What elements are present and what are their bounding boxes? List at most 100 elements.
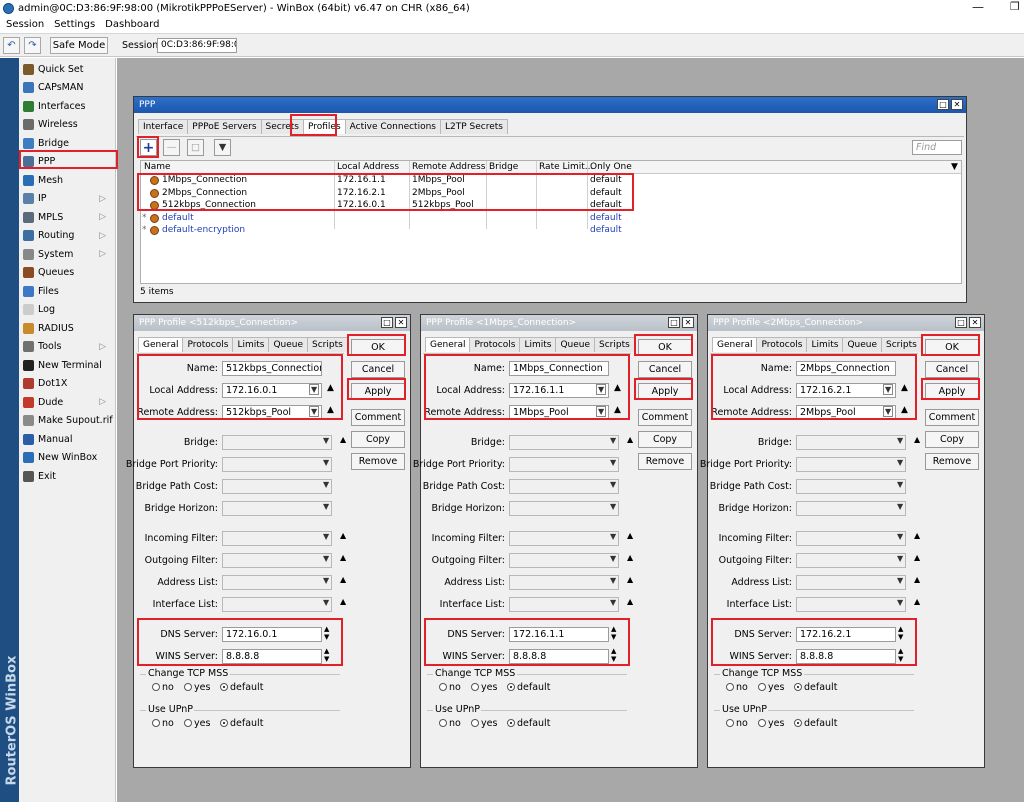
up-arrow-icon[interactable]: ▲ — [327, 405, 334, 415]
sidebar-item-interfaces[interactable]: Interfaces — [21, 97, 114, 115]
dns-server-field[interactable]: 172.16.2.1 — [796, 627, 896, 642]
dropdown-icon[interactable]: ▼ — [610, 436, 616, 445]
wins-server-field[interactable]: 8.8.8.8 — [796, 649, 896, 664]
close-icon[interactable]: ✕ — [951, 99, 963, 110]
up-arrow-icon[interactable]: ▲ — [901, 383, 908, 393]
bridge-field[interactable] — [796, 435, 906, 450]
tab-pppoe-servers[interactable]: PPPoE Servers — [187, 119, 262, 134]
inf-field[interactable] — [222, 531, 332, 546]
sidebar-item-manual[interactable]: Manual — [21, 430, 114, 448]
remove-button[interactable]: Remove — [351, 453, 405, 470]
tab-protocols[interactable]: Protocols — [756, 337, 808, 352]
dropdown-icon[interactable]: ▼ — [323, 598, 329, 607]
bh-field[interactable] — [509, 501, 619, 516]
tab-secrets[interactable]: Secrets — [260, 119, 304, 134]
sidebar-item-ppp[interactable]: PPP — [21, 153, 114, 171]
change-tcp-mss-yes-radio[interactable]: yes — [184, 682, 210, 693]
column-header[interactable]: Remote Address — [412, 162, 485, 172]
table-row[interactable]: * default-encryption default — [141, 225, 961, 237]
tab-scripts[interactable]: Scripts — [307, 337, 348, 352]
addr-field[interactable] — [796, 575, 906, 590]
remove-button[interactable]: Remove — [638, 453, 692, 470]
table-row[interactable]: 2Mbps_Connection 172.16.2.1 2Mbps_Pool defa… — [141, 188, 961, 200]
menu-session[interactable]: Session — [6, 19, 44, 30]
column-header[interactable]: Local Address — [337, 162, 399, 172]
sidebar-item-make-supout-rif[interactable]: Make Supout.rif — [21, 412, 114, 430]
up-arrow-icon[interactable]: ▲ — [901, 405, 908, 415]
apply-button[interactable]: Apply — [351, 383, 405, 400]
dns-server-field[interactable]: 172.16.0.1 — [222, 627, 322, 642]
outf-field[interactable] — [796, 553, 906, 568]
dropdown-icon[interactable]: ▼ — [596, 406, 607, 417]
tab-protocols[interactable]: Protocols — [182, 337, 234, 352]
name-field[interactable]: 1Mbps_Connection — [509, 361, 609, 376]
up-arrow-icon[interactable]: ▲ — [627, 553, 633, 562]
cancel-button[interactable]: Cancel — [351, 361, 405, 378]
bpc-field[interactable] — [222, 479, 332, 494]
sidebar-item-ip[interactable]: IP ▷ — [21, 190, 114, 208]
sidebar-item-dot1x[interactable]: Dot1X — [21, 375, 114, 393]
remote-address-field[interactable]: 1Mbps_Pool — [509, 405, 609, 420]
sidebar-item-system[interactable]: System ▷ — [21, 245, 114, 263]
tab-general[interactable]: General — [138, 337, 184, 352]
spin-icon[interactable]: ▲ ▼ — [898, 647, 903, 663]
filter-button[interactable]: ▼ — [214, 139, 231, 156]
ok-button[interactable]: OK — [925, 339, 979, 356]
close-icon[interactable]: ✕ — [969, 317, 981, 328]
cancel-button[interactable]: Cancel — [638, 361, 692, 378]
use-upnp-yes-radio[interactable]: yes — [184, 718, 210, 729]
up-arrow-icon[interactable]: ▲ — [627, 435, 633, 444]
local-address-field[interactable]: 172.16.0.1 — [222, 383, 322, 398]
sidebar-item-capsman[interactable]: CAPsMAN — [21, 79, 114, 97]
dropdown-icon[interactable]: ▼ — [323, 532, 329, 541]
use-upnp-yes-radio[interactable]: yes — [471, 718, 497, 729]
local-address-field[interactable]: 172.16.2.1 — [796, 383, 896, 398]
use-upnp-default-radio[interactable]: default — [220, 718, 263, 729]
change-tcp-mss-no-radio[interactable]: no — [152, 682, 174, 693]
table-row[interactable]: 1Mbps_Connection 172.16.1.1 1Mbps_Pool defa… — [141, 175, 961, 187]
up-arrow-icon[interactable]: ▲ — [914, 435, 920, 444]
tab-protocols[interactable]: Protocols — [469, 337, 521, 352]
dropdown-icon[interactable]: ▼ — [610, 458, 616, 467]
dropdown-icon[interactable]: ▼ — [323, 458, 329, 467]
up-arrow-icon[interactable]: ▲ — [627, 531, 633, 540]
sidebar-item-new-winbox[interactable]: New WinBox — [21, 449, 114, 467]
ok-button[interactable]: OK — [638, 339, 692, 356]
undo-button[interactable]: ↶ — [3, 37, 20, 54]
use-upnp-yes-radio[interactable]: yes — [758, 718, 784, 729]
bpc-field[interactable] — [509, 479, 619, 494]
bpp-field[interactable] — [222, 457, 332, 472]
column-header[interactable]: Only One — [590, 162, 632, 172]
tab-limits[interactable]: Limits — [232, 337, 270, 352]
dropdown-icon[interactable]: ▼ — [323, 502, 329, 511]
dropdown-icon[interactable]: ▼ — [897, 554, 903, 563]
maximize-icon[interactable]: □ — [668, 317, 680, 328]
sidebar-item-routing[interactable]: Routing ▷ — [21, 227, 114, 245]
dropdown-icon[interactable]: ▼ — [309, 384, 320, 395]
outf-field[interactable] — [222, 553, 332, 568]
comment-button[interactable]: Comment — [925, 409, 979, 426]
sidebar-item-files[interactable]: Files — [21, 282, 114, 300]
dropdown-icon[interactable]: ▼ — [883, 406, 894, 417]
sidebar-item-log[interactable]: Log — [21, 301, 114, 319]
column-header[interactable]: Rate Limit... — [539, 162, 593, 172]
use-upnp-default-radio[interactable]: default — [507, 718, 550, 729]
tab-queue[interactable]: Queue — [842, 337, 883, 352]
dropdown-icon[interactable]: ▼ — [610, 532, 616, 541]
ok-button[interactable]: OK — [351, 339, 405, 356]
remove-button[interactable]: — — [163, 139, 180, 156]
tab-queue[interactable]: Queue — [268, 337, 309, 352]
change-tcp-mss-yes-radio[interactable]: yes — [758, 682, 784, 693]
sidebar-item-quick-set[interactable]: Quick Set — [21, 60, 114, 78]
ifl-field[interactable] — [796, 597, 906, 612]
sidebar-item-queues[interactable]: Queues — [21, 264, 114, 282]
dropdown-icon[interactable]: ▼ — [610, 554, 616, 563]
redo-button[interactable]: ↷ — [24, 37, 41, 54]
dropdown-icon[interactable]: ▼ — [610, 598, 616, 607]
tab-l2tp-secrets[interactable]: L2TP Secrets — [440, 119, 508, 134]
table-row[interactable]: * default default — [141, 213, 961, 225]
up-arrow-icon[interactable]: ▲ — [627, 597, 633, 606]
close-icon[interactable]: ✕ — [395, 317, 407, 328]
change-tcp-mss-default-radio[interactable]: default — [220, 682, 263, 693]
up-arrow-icon[interactable]: ▲ — [340, 435, 346, 444]
